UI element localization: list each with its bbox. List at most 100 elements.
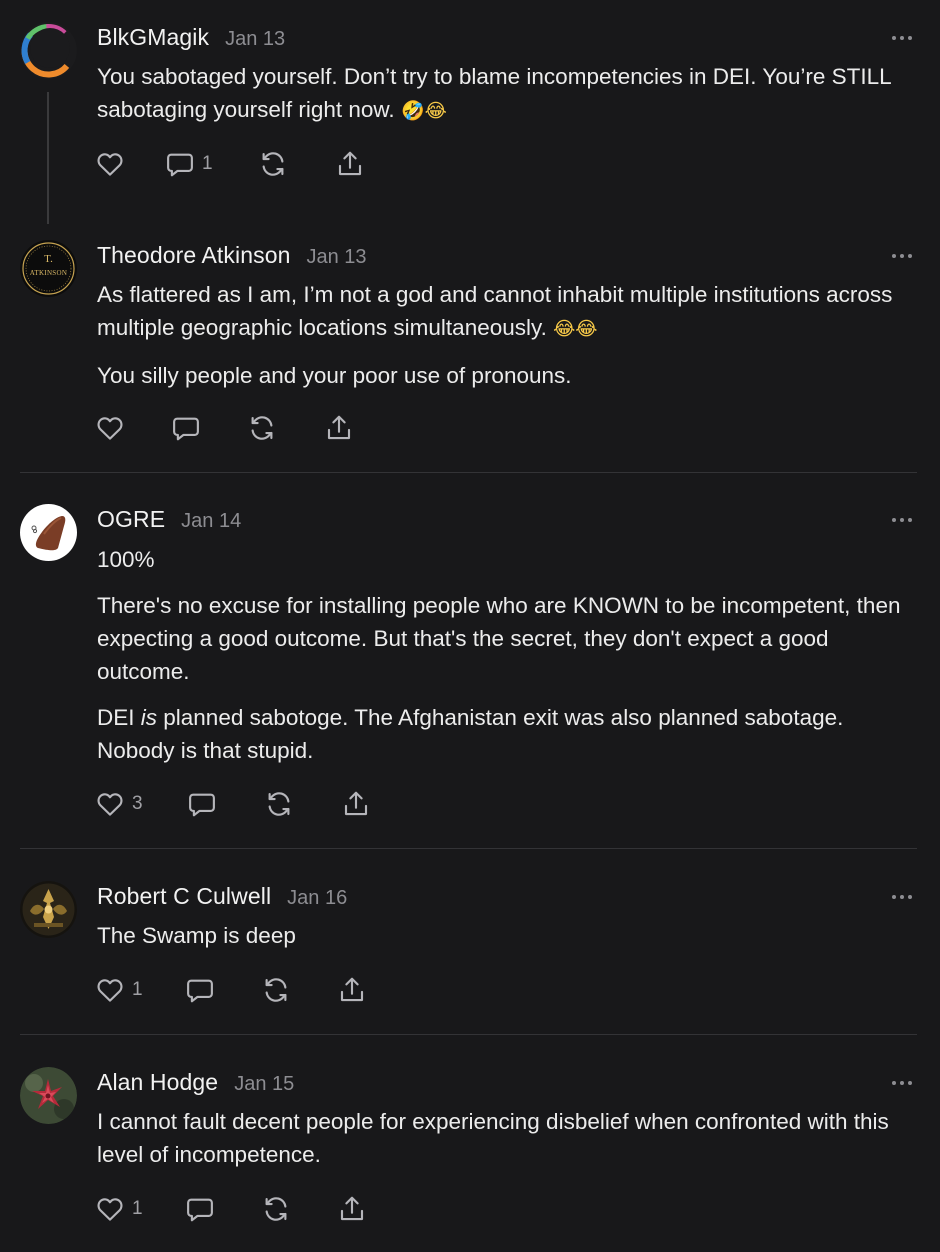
reply-button[interactable] — [185, 1193, 215, 1225]
author-name[interactable]: Robert C Culwell — [97, 883, 271, 910]
reply-count: 1 — [202, 153, 213, 174]
avatar-wordmark: ATKINSON — [29, 269, 68, 277]
restack-button[interactable] — [247, 412, 277, 444]
comment-body: 100% There's no excuse for installing pe… — [97, 543, 917, 767]
share-icon — [340, 1196, 364, 1221]
comment-text: You sabotaged yourself. Don’t try to bla… — [97, 64, 891, 122]
comment-text: There's no excuse for installing people … — [97, 593, 901, 684]
reply-button[interactable] — [187, 788, 217, 820]
restack-button[interactable] — [264, 788, 294, 820]
like-button[interactable] — [95, 412, 125, 444]
restack-icon — [265, 1197, 287, 1221]
share-button[interactable] — [335, 148, 365, 180]
brown-object-icon — [31, 516, 66, 551]
like-count: 1 — [132, 979, 143, 1000]
avatar-initials: T. — [44, 253, 53, 265]
more-icon[interactable] — [892, 894, 912, 900]
reply-button[interactable]: 1 — [165, 148, 213, 180]
restack-icon — [268, 792, 290, 816]
share-button[interactable] — [324, 412, 354, 444]
comment-date[interactable]: Jan 15 — [234, 1073, 294, 1096]
emoji: 😂😂 — [553, 318, 598, 340]
avatar[interactable]: T. ATKINSON — [20, 240, 77, 297]
more-icon[interactable] — [892, 517, 912, 523]
thread-line — [47, 92, 49, 224]
share-button[interactable] — [341, 788, 371, 820]
comment-feed: BlkGMagik Jan 13 You sabotaged yourself.… — [0, 0, 940, 1252]
comment-header: OGRE Jan 14 — [97, 506, 241, 533]
like-count: 1 — [132, 1198, 143, 1219]
comment-date[interactable]: Jan 13 — [225, 28, 285, 51]
more-icon[interactable] — [892, 253, 912, 259]
share-icon — [344, 791, 368, 816]
restack-button[interactable] — [261, 1193, 291, 1225]
reply-button[interactable] — [185, 974, 215, 1006]
comment-date[interactable]: Jan 16 — [287, 887, 347, 910]
action-bar — [95, 412, 395, 444]
comment-text: The Swamp is deep — [97, 923, 296, 948]
more-icon[interactable] — [892, 35, 912, 41]
comment-icon — [173, 417, 199, 441]
heart-icon — [97, 153, 123, 176]
share-icon — [340, 977, 364, 1002]
comment-text: I cannot fault decent people for experie… — [97, 1109, 889, 1167]
like-button[interactable]: 1 — [95, 974, 143, 1006]
action-bar: 1 — [95, 148, 395, 180]
emoji: 🤣😂 — [400, 100, 447, 122]
author-name[interactable]: OGRE — [97, 506, 165, 533]
restack-icon — [251, 416, 273, 440]
avatar[interactable] — [20, 881, 77, 938]
heart-icon — [97, 1198, 123, 1221]
divider — [20, 472, 917, 473]
comment-icon — [167, 153, 193, 177]
restack-icon — [265, 978, 287, 1002]
more-icon[interactable] — [892, 1080, 912, 1086]
restack-button[interactable] — [258, 148, 288, 180]
comment-icon — [187, 1198, 213, 1222]
reply-button[interactable] — [171, 412, 201, 444]
comment-header: Alan Hodge Jan 15 — [97, 1069, 294, 1096]
share-button[interactable] — [337, 974, 367, 1006]
share-icon — [327, 415, 351, 440]
comment-text: 100% — [97, 547, 155, 572]
comment-text: You silly people and your poor use of pr… — [97, 363, 572, 388]
heart-icon — [97, 979, 123, 1002]
comment-header: Theodore Atkinson Jan 13 — [97, 242, 367, 269]
comment-text: As flattered as I am, I’m not a god and … — [97, 282, 893, 340]
comment-header: BlkGMagik Jan 13 — [97, 24, 285, 51]
action-bar: 1 — [95, 1193, 395, 1225]
avatar[interactable] — [20, 504, 77, 561]
share-icon — [338, 151, 362, 176]
comment-icon — [187, 979, 213, 1003]
comment-date[interactable]: Jan 13 — [307, 246, 367, 269]
like-count: 3 — [132, 793, 143, 814]
comment-icon — [189, 793, 215, 817]
comment-date[interactable]: Jan 14 — [181, 510, 241, 533]
comment-body: You sabotaged yourself. Don’t try to bla… — [97, 60, 917, 128]
like-button[interactable]: 1 — [95, 1193, 143, 1225]
red-flower-icon — [20, 1067, 77, 1124]
author-name[interactable]: Theodore Atkinson — [97, 242, 291, 269]
like-button[interactable]: 3 — [95, 788, 143, 820]
heart-icon — [97, 417, 123, 440]
avatar[interactable] — [20, 22, 77, 79]
author-name[interactable]: BlkGMagik — [97, 24, 209, 51]
restack-icon — [262, 152, 284, 176]
ornate-emblem-icon — [20, 881, 77, 938]
share-button[interactable] — [337, 1193, 367, 1225]
comment-body: I cannot fault decent people for experie… — [97, 1105, 917, 1171]
like-button[interactable] — [95, 148, 125, 180]
avatar-ring-icon — [20, 22, 77, 79]
restack-button[interactable] — [261, 974, 291, 1006]
avatar[interactable] — [20, 1067, 77, 1124]
divider — [20, 848, 917, 849]
divider — [20, 1034, 917, 1035]
comment-text: DEI is planned sabotoge. The Afghanistan… — [97, 705, 844, 763]
comment-body: The Swamp is deep — [97, 919, 917, 952]
author-name[interactable]: Alan Hodge — [97, 1069, 218, 1096]
heart-icon — [97, 793, 123, 816]
comment-body: As flattered as I am, I’m not a god and … — [97, 278, 917, 392]
comment-header: Robert C Culwell Jan 16 — [97, 883, 347, 910]
action-bar: 3 — [95, 788, 395, 820]
action-bar: 1 — [95, 974, 395, 1006]
